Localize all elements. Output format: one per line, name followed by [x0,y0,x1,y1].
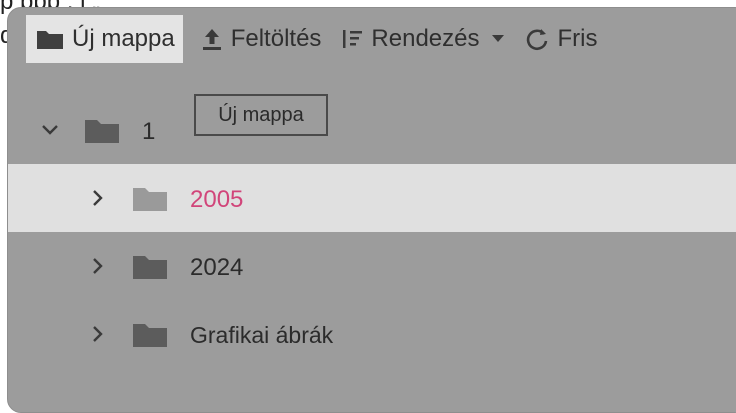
chevron-down-icon[interactable] [38,118,62,142]
upload-button[interactable]: Feltöltés [191,15,332,63]
tree-row-2024[interactable]: 2024 [8,232,736,300]
file-browser-panel: Új mappa Feltöltés Rendezés Fris 1 2005 … [7,7,736,413]
tree-row-label: Grafikai ábrák [190,322,334,348]
tree-row-label: 2005 [190,186,244,213]
sort-icon [341,28,363,50]
sort-label: Rendezés [371,25,480,52]
sort-button[interactable]: Rendezés [331,15,513,63]
toolbar: Új mappa Feltöltés Rendezés Fris [8,8,736,70]
folder-icon [84,118,120,149]
tree-row-grafikai-abrak[interactable]: Grafikai ábrák [8,300,736,368]
refresh-label: Fris [557,25,598,52]
tree-row-label: 2024 [190,254,244,281]
folder-icon [36,28,64,50]
chevron-right-icon[interactable] [86,186,110,210]
chevron-right-icon[interactable] [86,254,110,278]
folder-icon [132,322,168,353]
tree-row-root[interactable]: 1 [8,96,736,164]
refresh-button[interactable]: Fris [514,15,608,63]
tree-row-2005[interactable]: 2005 [8,164,736,232]
upload-icon [201,27,223,51]
tree-row-label: 1 [142,118,156,145]
refresh-icon [524,26,550,52]
tooltip-text: Új mappa [218,103,304,126]
new-folder-label: Új mappa [72,25,175,52]
tooltip: Új mappa [194,94,328,136]
caret-down-icon [491,35,504,43]
folder-icon [132,254,168,285]
folder-icon [132,186,168,217]
upload-label: Feltöltés [230,25,322,52]
new-folder-button[interactable]: Új mappa [26,15,183,63]
chevron-right-icon[interactable] [86,322,110,346]
